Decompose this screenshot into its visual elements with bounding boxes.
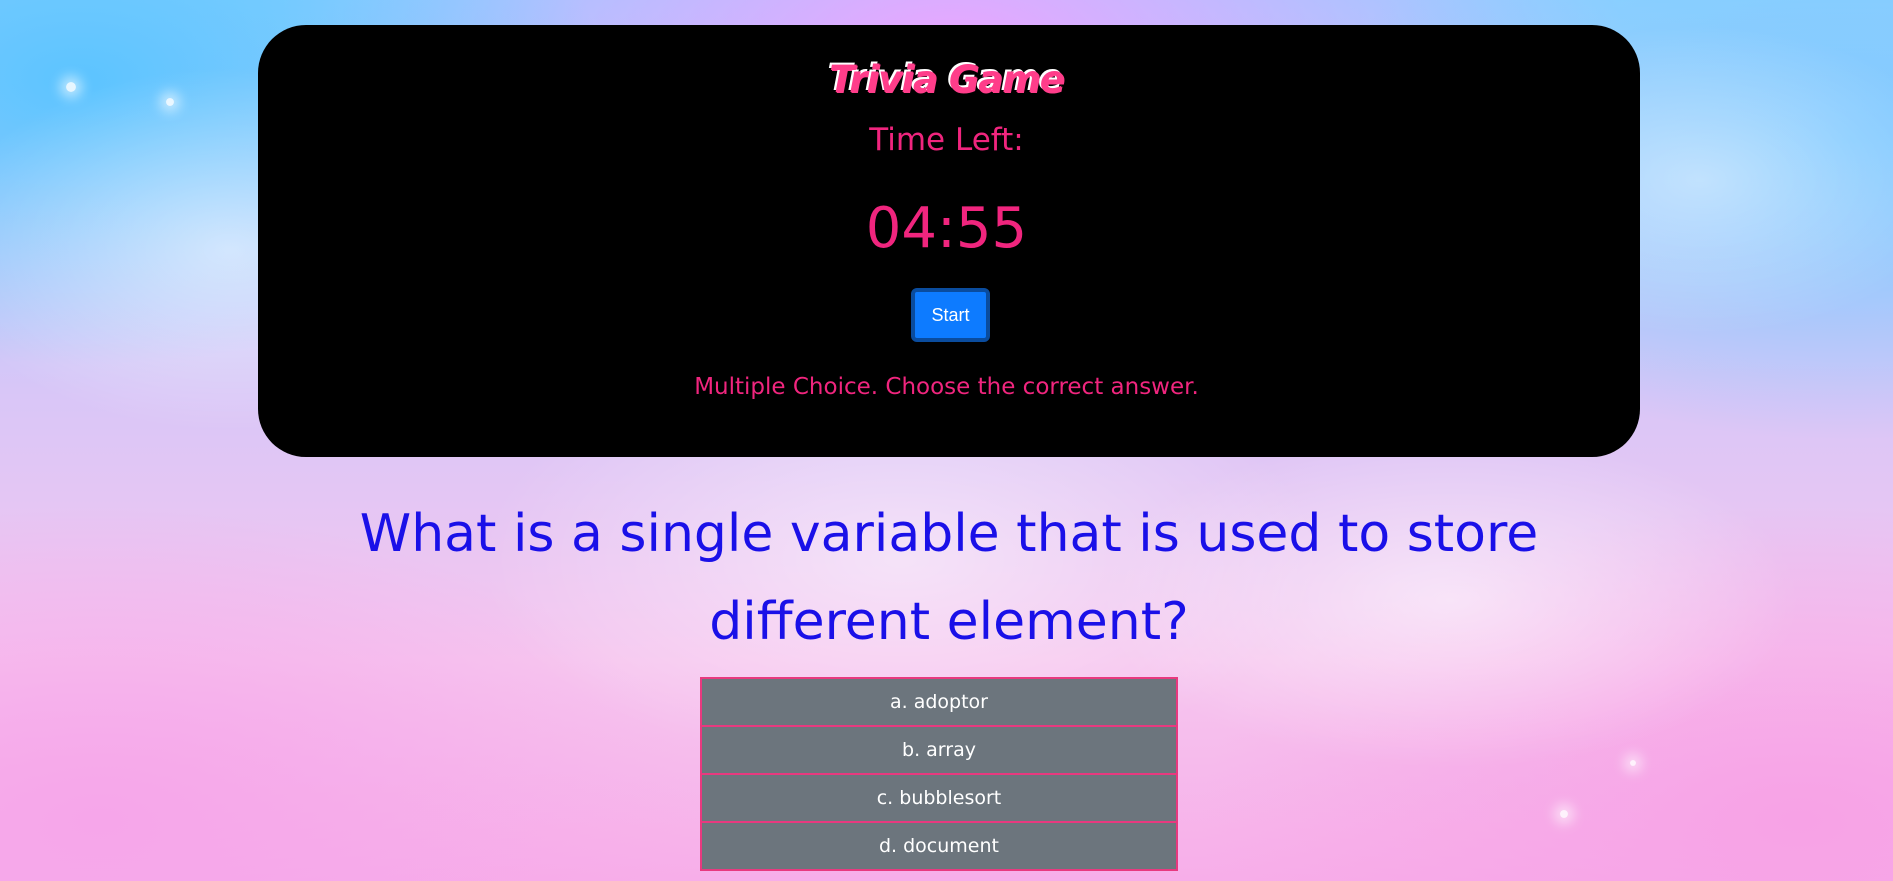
answer-option-c[interactable]: c. bubblesort <box>702 775 1176 823</box>
question-text: What is a single variable that is used t… <box>359 504 1539 652</box>
game-title: Trivia Game <box>829 58 1065 101</box>
answer-option-b[interactable]: b. array <box>702 727 1176 775</box>
time-left-label: Time Left: <box>869 122 1024 158</box>
background-sparkle <box>1560 810 1568 818</box>
background-sparkle <box>1630 760 1636 766</box>
start-button[interactable]: Start <box>911 288 990 342</box>
answer-option-a[interactable]: a. adoptor <box>702 679 1176 727</box>
answer-list: a. adoptor b. array c. bubblesort d. doc… <box>700 677 1178 871</box>
answer-option-d[interactable]: d. document <box>702 823 1176 869</box>
countdown-timer: 04:55 <box>865 196 1028 261</box>
instructions-text: Multiple Choice. Choose the correct answ… <box>694 374 1199 400</box>
